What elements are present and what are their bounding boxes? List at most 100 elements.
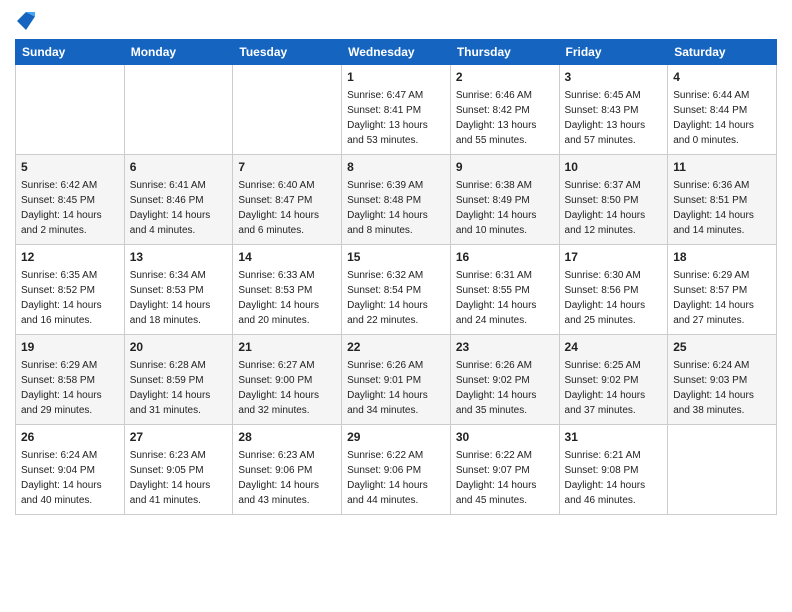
page-header [15,10,777,31]
day-info: Sunrise: 6:38 AM Sunset: 8:49 PM Dayligh… [456,178,554,238]
calendar-cell: 8Sunrise: 6:39 AM Sunset: 8:48 PM Daylig… [342,155,451,245]
calendar-day-header: Saturday [668,40,777,65]
day-number: 21 [238,339,336,356]
day-info: Sunrise: 6:29 AM Sunset: 8:58 PM Dayligh… [21,358,119,418]
day-number: 28 [238,429,336,446]
day-number: 30 [456,429,554,446]
calendar-cell: 14 Sunrise: 6:33 AM Sunset: 8:53 PM Dayli… [233,245,342,335]
calendar-cell: 26Sunrise: 6:24 AM Sunset: 9:04 PM Dayli… [16,425,125,515]
calendar-cell: 10 Sunrise: 6:37 AM Sunset: 8:50 PM Dayli… [559,155,668,245]
day-number: 20 [130,339,228,356]
day-info: Sunrise: 6:40 AM Sunset: 8:47 PM Dayligh… [238,178,336,238]
day-number: 7 [238,159,336,176]
calendar-week-row: 1 Sunrise: 6:47 AM Sunset: 8:41 PM Daylig… [16,65,777,155]
day-number: 14 [238,249,336,266]
calendar-cell: 13 Sunrise: 6:34 AM Sunset: 8:53 PM Dayli… [124,245,233,335]
calendar-cell: 21 Sunrise: 6:27 AM Sunset: 9:00 PM Dayli… [233,335,342,425]
calendar-cell: 19 Sunrise: 6:29 AM Sunset: 8:58 PM Dayli… [16,335,125,425]
day-info: Sunrise: 6:47 AM Sunset: 8:41 PM Dayligh… [347,88,445,148]
calendar-cell: 28 Sunrise: 6:23 AM Sunset: 9:06 PM Dayli… [233,425,342,515]
day-number: 5 [21,159,119,176]
day-number: 11 [673,159,771,176]
day-number: 1 [347,69,445,86]
day-number: 3 [565,69,663,86]
calendar-cell: 31Sunrise: 6:21 AM Sunset: 9:08 PM Dayli… [559,425,668,515]
day-number: 9 [456,159,554,176]
day-number: 26 [21,429,119,446]
day-number: 8 [347,159,445,176]
day-info: Sunrise: 6:34 AM Sunset: 8:53 PM Dayligh… [130,268,228,328]
day-info: Sunrise: 6:36 AM Sunset: 8:51 PM Dayligh… [673,178,771,238]
day-number: 6 [130,159,228,176]
calendar-cell: 16 Sunrise: 6:31 AM Sunset: 8:55 PM Dayli… [450,245,559,335]
day-info: Sunrise: 6:24 AM Sunset: 9:03 PM Dayligh… [673,358,771,418]
calendar-cell: 11 Sunrise: 6:36 AM Sunset: 8:51 PM Dayli… [668,155,777,245]
day-number: 4 [673,69,771,86]
day-number: 22 [347,339,445,356]
day-info: Sunrise: 6:35 AM Sunset: 8:52 PM Dayligh… [21,268,119,328]
calendar-cell: 25 Sunrise: 6:24 AM Sunset: 9:03 PM Dayli… [668,335,777,425]
calendar-day-header: Sunday [16,40,125,65]
day-info: Sunrise: 6:44 AM Sunset: 8:44 PM Dayligh… [673,88,771,148]
day-number: 12 [21,249,119,266]
calendar-cell: 15 Sunrise: 6:32 AM Sunset: 8:54 PM Dayli… [342,245,451,335]
calendar-cell [16,65,125,155]
day-info: Sunrise: 6:22 AM Sunset: 9:07 PM Dayligh… [456,448,554,508]
calendar-cell: 20 Sunrise: 6:28 AM Sunset: 8:59 PM Dayli… [124,335,233,425]
calendar-cell: 30 Sunrise: 6:22 AM Sunset: 9:07 PM Dayli… [450,425,559,515]
day-info: Sunrise: 6:41 AM Sunset: 8:46 PM Dayligh… [130,178,228,238]
calendar-cell: 27Sunrise: 6:23 AM Sunset: 9:05 PM Dayli… [124,425,233,515]
day-number: 23 [456,339,554,356]
calendar-cell: 29Sunrise: 6:22 AM Sunset: 9:06 PM Dayli… [342,425,451,515]
day-info: Sunrise: 6:42 AM Sunset: 8:45 PM Dayligh… [21,178,119,238]
calendar-cell: 22Sunrise: 6:26 AM Sunset: 9:01 PM Dayli… [342,335,451,425]
calendar-week-row: 19 Sunrise: 6:29 AM Sunset: 8:58 PM Dayli… [16,335,777,425]
day-number: 16 [456,249,554,266]
day-number: 10 [565,159,663,176]
day-info: Sunrise: 6:45 AM Sunset: 8:43 PM Dayligh… [565,88,663,148]
calendar-table: SundayMondayTuesdayWednesdayThursdayFrid… [15,39,777,515]
calendar-cell: 23 Sunrise: 6:26 AM Sunset: 9:02 PM Dayli… [450,335,559,425]
calendar-cell: 18Sunrise: 6:29 AM Sunset: 8:57 PM Dayli… [668,245,777,335]
calendar-day-header: Thursday [450,40,559,65]
calendar-cell: 1 Sunrise: 6:47 AM Sunset: 8:41 PM Daylig… [342,65,451,155]
calendar-cell: 4 Sunrise: 6:44 AM Sunset: 8:44 PM Daylig… [668,65,777,155]
calendar-cell [124,65,233,155]
day-number: 25 [673,339,771,356]
day-number: 31 [565,429,663,446]
calendar-day-header: Monday [124,40,233,65]
day-number: 15 [347,249,445,266]
calendar-header-row: SundayMondayTuesdayWednesdayThursdayFrid… [16,40,777,65]
calendar-week-row: 12 Sunrise: 6:35 AM Sunset: 8:52 PM Dayli… [16,245,777,335]
day-info: Sunrise: 6:37 AM Sunset: 8:50 PM Dayligh… [565,178,663,238]
calendar-cell [233,65,342,155]
calendar-cell: 9 Sunrise: 6:38 AM Sunset: 8:49 PM Daylig… [450,155,559,245]
calendar-cell: 2 Sunrise: 6:46 AM Sunset: 8:42 PM Daylig… [450,65,559,155]
day-info: Sunrise: 6:26 AM Sunset: 9:02 PM Dayligh… [456,358,554,418]
day-info: Sunrise: 6:32 AM Sunset: 8:54 PM Dayligh… [347,268,445,328]
day-number: 29 [347,429,445,446]
day-info: Sunrise: 6:27 AM Sunset: 9:00 PM Dayligh… [238,358,336,418]
calendar-cell: 24 Sunrise: 6:25 AM Sunset: 9:02 PM Dayli… [559,335,668,425]
day-number: 2 [456,69,554,86]
day-info: Sunrise: 6:23 AM Sunset: 9:05 PM Dayligh… [130,448,228,508]
day-number: 13 [130,249,228,266]
calendar-day-header: Friday [559,40,668,65]
calendar-cell: 3 Sunrise: 6:45 AM Sunset: 8:43 PM Daylig… [559,65,668,155]
day-info: Sunrise: 6:28 AM Sunset: 8:59 PM Dayligh… [130,358,228,418]
calendar-cell: 6 Sunrise: 6:41 AM Sunset: 8:46 PM Daylig… [124,155,233,245]
calendar-day-header: Tuesday [233,40,342,65]
calendar-cell [668,425,777,515]
day-info: Sunrise: 6:31 AM Sunset: 8:55 PM Dayligh… [456,268,554,328]
day-info: Sunrise: 6:23 AM Sunset: 9:06 PM Dayligh… [238,448,336,508]
day-info: Sunrise: 6:25 AM Sunset: 9:02 PM Dayligh… [565,358,663,418]
calendar-cell: 7 Sunrise: 6:40 AM Sunset: 8:47 PM Daylig… [233,155,342,245]
calendar-day-header: Wednesday [342,40,451,65]
logo [15,10,35,31]
day-info: Sunrise: 6:33 AM Sunset: 8:53 PM Dayligh… [238,268,336,328]
calendar-cell: 17Sunrise: 6:30 AM Sunset: 8:56 PM Dayli… [559,245,668,335]
day-info: Sunrise: 6:46 AM Sunset: 8:42 PM Dayligh… [456,88,554,148]
day-number: 19 [21,339,119,356]
day-number: 24 [565,339,663,356]
calendar-cell: 5 Sunrise: 6:42 AM Sunset: 8:45 PM Daylig… [16,155,125,245]
